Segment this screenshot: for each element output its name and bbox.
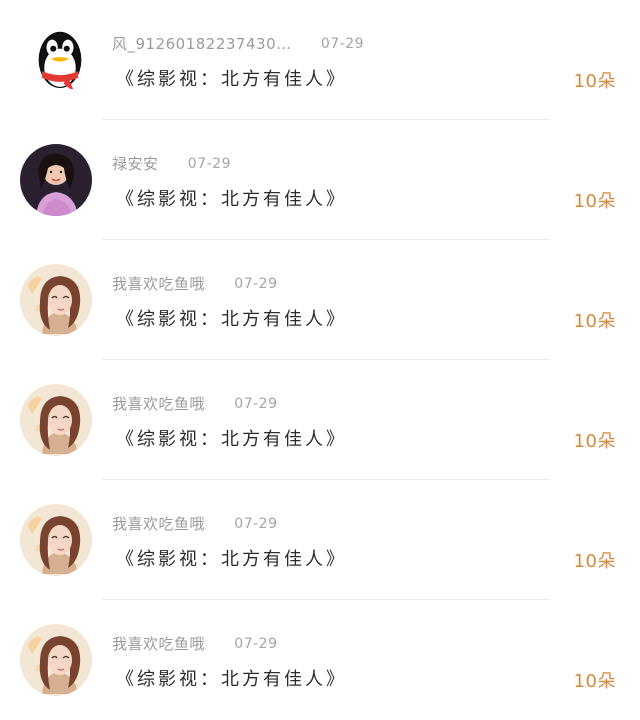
nickname-date-line: 我喜欢吃鱼哦 07-29	[112, 514, 277, 534]
list-item[interactable]: 我喜欢吃鱼哦 07-29 《综影视：北方有佳人》 10朵	[0, 239, 640, 360]
work-title: 《综影视：北方有佳人》	[116, 309, 347, 330]
list-item[interactable]: 我喜欢吃鱼哦 07-29 《综影视：北方有佳人》 10朵	[0, 599, 640, 720]
penguin-avatar[interactable]	[24, 25, 88, 89]
illustrated-girl-avatar[interactable]	[20, 384, 92, 456]
row-divider	[102, 359, 550, 360]
nickname-date-line: 我喜欢吃鱼哦 07-29	[112, 274, 277, 294]
flower-count: 10朵	[573, 671, 616, 692]
date-label: 07-29	[234, 516, 278, 532]
nickname-date-line: 禄安安 07-29	[112, 154, 231, 174]
illustrated-girl-avatar[interactable]	[20, 264, 92, 336]
nickname: 风_91260182237430…	[112, 35, 292, 53]
date-label: 07-29	[234, 276, 278, 292]
work-title: 《综影视：北方有佳人》	[116, 69, 347, 90]
flower-count: 10朵	[573, 551, 616, 572]
nickname-date-line: 我喜欢吃鱼哦 07-29	[112, 634, 277, 654]
girl-pink-avatar[interactable]	[20, 144, 92, 216]
date-label: 07-29	[187, 156, 231, 172]
work-title: 《综影视：北方有佳人》	[116, 189, 347, 210]
work-title: 《综影视：北方有佳人》	[116, 669, 347, 690]
row-divider	[102, 239, 550, 240]
flower-count: 10朵	[573, 311, 616, 332]
list-item[interactable]: 风_91260182237430… 07-29 《综影视：北方有佳人》 10朵	[0, 0, 640, 120]
nickname-date-line: 我喜欢吃鱼哦 07-29	[112, 394, 277, 414]
nickname-date-line: 风_91260182237430… 07-29	[112, 34, 364, 54]
date-label: 07-29	[234, 636, 278, 652]
illustrated-girl-avatar[interactable]	[20, 624, 92, 696]
list-item[interactable]: 禄安安 07-29 《综影视：北方有佳人》 10朵	[0, 119, 640, 240]
nickname: 我喜欢吃鱼哦	[112, 395, 206, 413]
work-title: 《综影视：北方有佳人》	[116, 429, 347, 450]
flower-count: 10朵	[573, 71, 616, 92]
date-label: 07-29	[234, 396, 278, 412]
row-divider	[102, 599, 550, 600]
nickname: 我喜欢吃鱼哦	[112, 515, 206, 533]
gift-record-list: 风_91260182237430… 07-29 《综影视：北方有佳人》 10朵 …	[0, 0, 640, 708]
flower-count: 10朵	[573, 431, 616, 452]
flower-count: 10朵	[573, 191, 616, 212]
nickname: 我喜欢吃鱼哦	[112, 275, 206, 293]
nickname: 我喜欢吃鱼哦	[112, 635, 206, 653]
row-divider	[102, 119, 550, 120]
date-label: 07-29	[320, 36, 365, 52]
list-item[interactable]: 我喜欢吃鱼哦 07-29 《综影视：北方有佳人》 10朵	[0, 479, 640, 600]
work-title: 《综影视：北方有佳人》	[116, 549, 347, 570]
nickname: 禄安安	[112, 155, 159, 173]
row-divider	[102, 479, 550, 480]
list-item[interactable]: 我喜欢吃鱼哦 07-29 《综影视：北方有佳人》 10朵	[0, 359, 640, 480]
illustrated-girl-avatar[interactable]	[20, 504, 92, 576]
